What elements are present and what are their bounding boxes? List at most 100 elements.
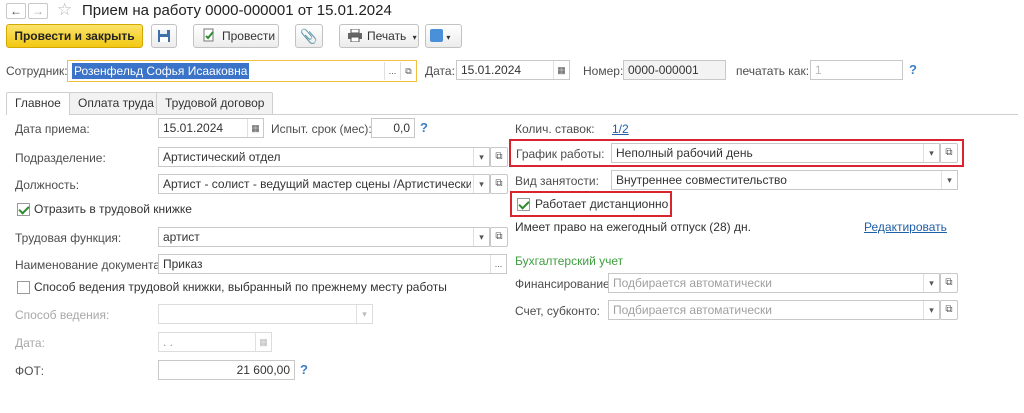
hire-date-field[interactable]: 15.01.2024 ▦ xyxy=(158,118,264,138)
help-icon[interactable]: ? xyxy=(300,362,308,377)
employment-label: Вид занятости: xyxy=(515,174,599,188)
account-field[interactable]: Подбирается автоматически ▾ xyxy=(608,300,940,320)
position-field[interactable]: Артист - солист - ведущий мастер сцены /… xyxy=(158,174,490,194)
forward-button[interactable]: → xyxy=(28,3,48,19)
function-field[interactable]: артист ▾ xyxy=(158,227,490,247)
method-label: Способ ведения: xyxy=(15,308,110,322)
open-icon[interactable]: ⧉ xyxy=(940,300,958,320)
tab-contract[interactable]: Трудовой договор xyxy=(156,92,274,114)
remote-label: Работает дистанционно xyxy=(535,197,669,211)
financing-placeholder: Подбирается автоматически xyxy=(613,276,772,290)
rates-link[interactable]: 1/2 xyxy=(612,122,629,136)
back-button[interactable]: ← xyxy=(6,3,26,19)
open-icon[interactable]: ⧉ xyxy=(400,62,416,80)
rates-label: Колич. ставок: xyxy=(515,122,595,136)
chevron-down-icon: ▾ xyxy=(412,33,417,42)
chevron-down-icon[interactable]: ▾ xyxy=(923,144,939,162)
position-label: Должность: xyxy=(15,178,80,192)
workbook-check-label: Отразить в трудовой книжке xyxy=(34,202,192,216)
print-as-value: 1 xyxy=(815,63,822,77)
chevron-down-icon[interactable]: ▾ xyxy=(473,148,489,166)
document-arrow-icon xyxy=(430,29,443,42)
chevron-down-icon[interactable]: ▾ xyxy=(923,301,939,319)
chevron-down-icon[interactable]: ▾ xyxy=(356,305,372,323)
floppy-icon xyxy=(158,30,170,42)
department-field[interactable]: Артистический отдел ▾ xyxy=(158,147,490,167)
date2-field[interactable]: . . ▦ xyxy=(158,332,272,352)
chevron-down-icon[interactable]: ▾ xyxy=(923,274,939,292)
method-prev-label: Способ ведения трудовой книжки, выбранны… xyxy=(34,280,447,294)
probation-field[interactable]: 0,0 xyxy=(371,118,415,138)
tab-main[interactable]: Главное xyxy=(6,92,70,115)
number-field[interactable]: 0000-000001 xyxy=(623,60,726,80)
fot-field[interactable]: 21 600,00 xyxy=(158,360,295,380)
chevron-down-icon[interactable]: ▾ xyxy=(941,171,957,189)
print-as-field[interactable]: 1 xyxy=(810,60,903,80)
financing-field[interactable]: Подбирается автоматически ▾ xyxy=(608,273,940,293)
date-label: Дата: xyxy=(425,64,455,78)
post-label: Провести xyxy=(222,29,276,43)
probation-label: Испыт. срок (мес): xyxy=(271,122,372,136)
calendar-icon[interactable]: ▦ xyxy=(553,61,569,79)
function-value: артист xyxy=(163,230,200,244)
remote-checkbox[interactable] xyxy=(517,198,530,211)
method-field[interactable]: ▾ xyxy=(158,304,373,324)
hire-date-value: 15.01.2024 xyxy=(163,121,224,135)
date-field[interactable]: 15.01.2024 ▦ xyxy=(456,60,570,80)
printer-icon xyxy=(348,28,362,43)
open-icon[interactable]: ⧉ xyxy=(490,174,508,194)
account-placeholder: Подбирается автоматически xyxy=(613,303,772,317)
print-button[interactable]: Печать ▾ xyxy=(339,24,419,48)
workbook-checkbox[interactable] xyxy=(17,203,30,216)
employment-value: Внутреннее совместительство xyxy=(616,173,787,187)
calendar-icon[interactable]: ▦ xyxy=(255,333,271,351)
number-label: Номер: xyxy=(583,64,624,78)
calendar-icon[interactable]: ▦ xyxy=(247,119,263,137)
employee-field[interactable]: Розенфельд Софья Исааковна ... ⧉ xyxy=(67,60,417,82)
docname-label: Наименование документа: xyxy=(15,258,164,272)
post-and-close-label: Провести и закрыть xyxy=(14,29,135,43)
department-value: Артистический отдел xyxy=(163,150,281,164)
open-icon[interactable]: ⧉ xyxy=(940,273,958,293)
accounting-title: Бухгалтерский учет xyxy=(515,254,624,268)
employee-label: Сотрудник: xyxy=(6,64,68,78)
employee-value: Розенфельд Софья Исааковна xyxy=(72,63,250,79)
date-value: 15.01.2024 xyxy=(461,63,522,77)
account-label: Счет, субконто: xyxy=(515,304,600,318)
edit-link[interactable]: Редактировать xyxy=(864,220,947,234)
tab-payment[interactable]: Оплата труда xyxy=(69,92,163,114)
chevron-down-icon[interactable]: ▾ xyxy=(473,228,489,246)
schedule-label: График работы: xyxy=(516,147,605,161)
post-document-icon xyxy=(203,28,214,42)
chevron-down-icon[interactable]: ▾ xyxy=(473,175,489,193)
position-value: Артист - солист - ведущий мастер сцены /… xyxy=(163,177,471,191)
favorite-star-icon[interactable]: ☆ xyxy=(57,0,72,20)
select-ellipsis-button[interactable]: ... xyxy=(384,62,400,80)
docname-value: Приказ xyxy=(163,257,203,271)
open-icon[interactable]: ⧉ xyxy=(940,143,958,163)
number-value: 0000-000001 xyxy=(628,63,699,77)
fot-label: ФОТ: xyxy=(15,364,45,378)
post-and-close-button[interactable]: Провести и закрыть xyxy=(6,24,143,48)
method-prev-checkbox[interactable] xyxy=(17,281,30,294)
print-as-label: печатать как: xyxy=(736,64,810,78)
open-icon[interactable]: ⧉ xyxy=(490,227,508,247)
docname-field[interactable]: Приказ ... xyxy=(158,254,507,274)
hire-date-label: Дата приема: xyxy=(15,122,90,136)
fot-value: 21 600,00 xyxy=(236,363,290,377)
employment-field[interactable]: Внутреннее совместительство ▾ xyxy=(611,170,958,190)
more-actions-button[interactable]: ▾ xyxy=(425,24,462,48)
attach-button[interactable]: 📎 xyxy=(295,24,323,48)
post-button[interactable]: Провести xyxy=(193,24,279,48)
paperclip-icon: 📎 xyxy=(300,28,318,44)
date2-label: Дата: xyxy=(15,336,45,350)
select-ellipsis-button[interactable]: ... xyxy=(490,255,506,273)
schedule-field[interactable]: Неполный рабочий день ▾ xyxy=(611,143,940,163)
open-icon[interactable]: ⧉ xyxy=(490,147,508,167)
save-button[interactable] xyxy=(151,24,177,48)
help-icon[interactable]: ? xyxy=(909,62,917,77)
print-label: Печать xyxy=(367,29,407,43)
department-label: Подразделение: xyxy=(15,151,106,165)
help-icon[interactable]: ? xyxy=(420,120,428,135)
schedule-value: Неполный рабочий день xyxy=(616,146,753,160)
